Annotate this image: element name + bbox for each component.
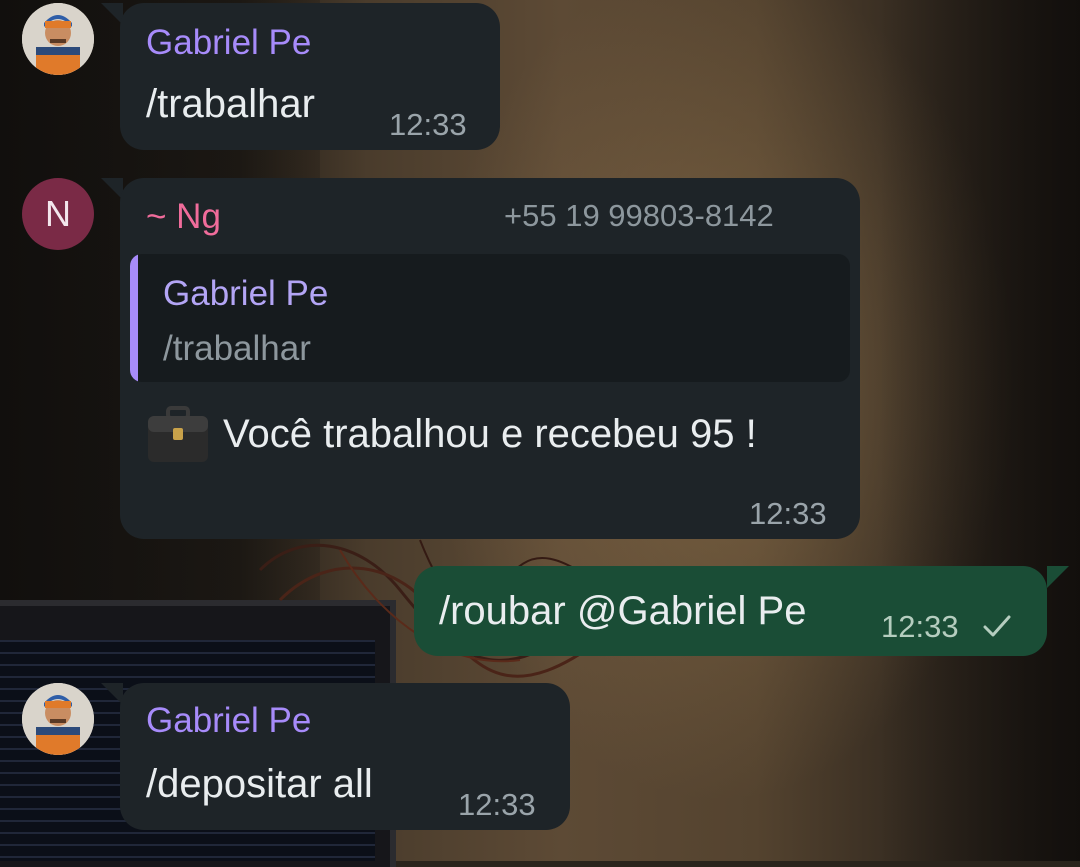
message-timestamp: 12:33 (389, 107, 467, 142)
sender-name[interactable]: ~ Ng (146, 197, 221, 237)
message-text: /depositar all (146, 762, 373, 806)
message-bubble[interactable]: Gabriel Pe /trabalhar 12:33 (120, 3, 500, 150)
message-timestamp: 12:33 (458, 787, 536, 822)
message-bubble[interactable]: ~ Ng +55 19 99803-8142 Gabriel Pe /traba… (120, 178, 860, 539)
quoted-sender-name: Gabriel Pe (163, 274, 329, 313)
message-timestamp: 12:33 (881, 609, 959, 644)
outgoing-message-bubble[interactable]: /roubar @Gabriel Pe 12:33 (414, 566, 1047, 656)
message-text: /roubar @Gabriel Pe (439, 589, 807, 633)
sender-name[interactable]: Gabriel Pe (146, 23, 311, 63)
bubble-tail (1047, 566, 1069, 588)
message-text: /trabalhar (146, 82, 315, 126)
sender-avatar[interactable]: N (22, 178, 94, 250)
message-text: Você trabalhou e recebeu 95 ! (223, 412, 757, 456)
sender-phone-number: +55 19 99803-8142 (504, 198, 774, 233)
sender-name[interactable]: Gabriel Pe (146, 701, 311, 741)
message-bubble[interactable]: Gabriel Pe /depositar all 12:33 (120, 683, 570, 830)
sender-avatar[interactable] (22, 3, 94, 75)
quoted-message-text: /trabalhar (163, 329, 311, 368)
avatar-initial: N (45, 193, 71, 234)
sender-avatar[interactable] (22, 683, 94, 755)
person-photo-avatar-icon (22, 3, 94, 75)
single-check-icon (983, 615, 1011, 637)
quote-accent-bar (130, 254, 138, 382)
message-timestamp: 12:33 (749, 496, 827, 531)
briefcase-icon (146, 406, 210, 469)
person-photo-avatar-icon (22, 683, 94, 755)
wallpaper-shadow (880, 0, 1080, 861)
quoted-message[interactable]: Gabriel Pe /trabalhar (130, 254, 850, 382)
